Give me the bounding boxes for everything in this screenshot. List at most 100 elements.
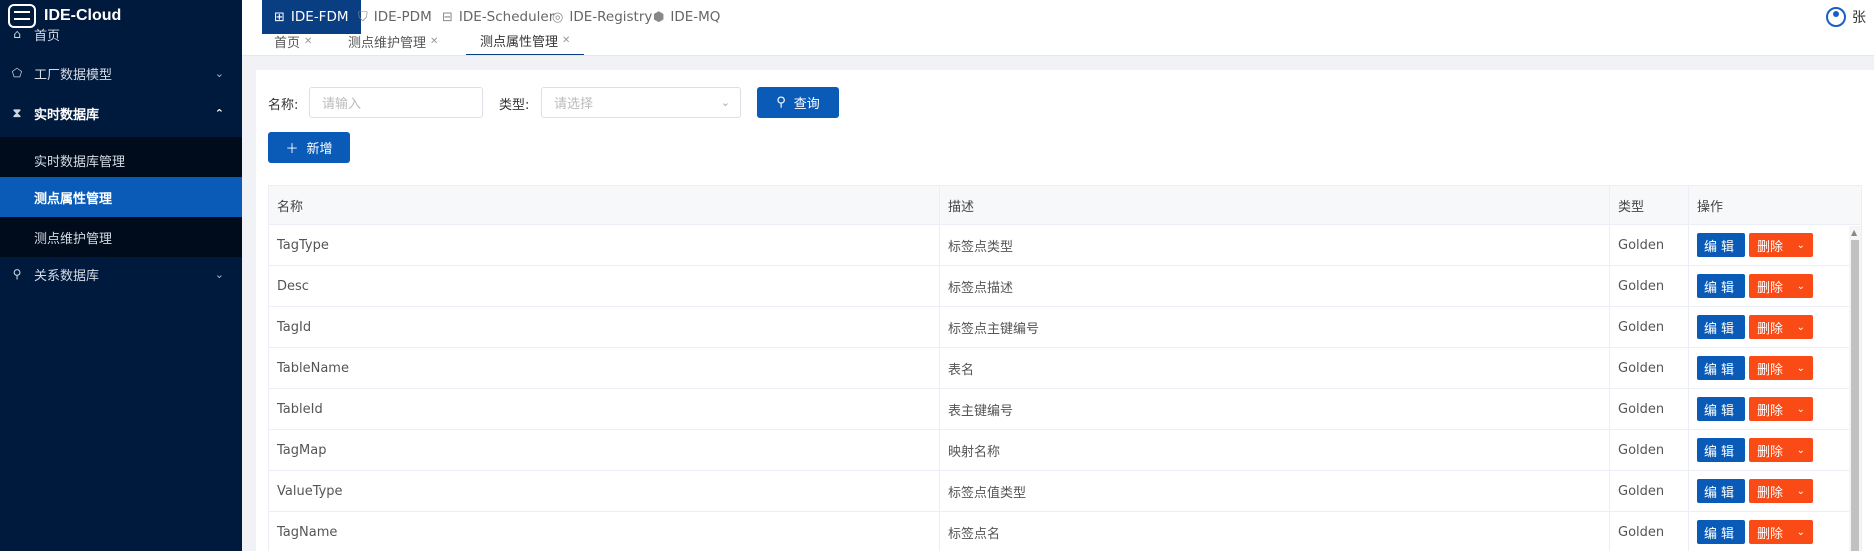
sidebar: IDE-Cloud ⌂ 首页 ⬠ 工厂数据模型 ⌄ ⧗ 实时数据库 ⌃ 实时数据… [0,0,242,551]
type-select-placeholder: 请选择 [554,97,594,112]
user-name: 张 [1852,10,1866,26]
chevron-down-icon: ⌄ [1796,239,1805,251]
cell-actions: 编辑 删除 ⌄ [1689,225,1861,266]
cell-actions: 编辑 删除 ⌄ [1689,307,1861,348]
chevron-down-icon: ⌄ [1796,362,1805,374]
table-row: TableId 表主键编号 Golden 编辑 删除 ⌄ [269,389,1861,430]
edit-button[interactable]: 编辑 [1697,315,1745,339]
table-row: Desc 标签点描述 Golden 编辑 删除 ⌄ [269,266,1861,307]
tab-label: 首页 [274,35,301,51]
chevron-down-icon: ⌄ [1796,444,1805,456]
column-header-desc[interactable]: 描述 [940,186,1610,225]
delete-button[interactable]: 删除 ⌄ [1749,233,1813,257]
cell-desc: 标签点主键编号 [940,307,1610,348]
cell-actions: 编辑 删除 ⌄ [1689,430,1861,471]
delete-button-label: 删除 [1757,239,1784,255]
tab-tag-maintain[interactable]: 测点维护管理 ✕ [348,34,438,55]
table-scrollbar[interactable]: ▲ [1849,226,1861,551]
edit-button[interactable]: 编辑 [1697,438,1745,462]
delete-button[interactable]: 删除 ⌄ [1749,520,1813,544]
cell-desc: 表主键编号 [940,389,1610,430]
cell-actions: 编辑 删除 ⌄ [1689,471,1861,512]
cell-name: ValueType [269,471,940,512]
page-tabs: 首页 ✕ 测点维护管理 ✕ 测点属性管理 ✕ [242,34,1874,56]
edit-button[interactable]: 编辑 [1697,479,1745,503]
app-tab-mq[interactable]: ⬢ IDE-MQ [641,0,732,34]
delete-button[interactable]: 删除 ⌄ [1749,438,1813,462]
delete-button-label: 删除 [1757,280,1784,296]
tab-home[interactable]: 首页 ✕ [274,34,312,55]
plus-icon: ＋ [285,142,299,157]
chevron-down-icon: ⌄ [720,96,730,109]
type-select[interactable]: 请选择 ⌄ [541,87,741,118]
table-header: 名称 描述 类型 操作 [269,186,1861,225]
sidebar-item-realtime-db[interactable]: ⧗ 实时数据库 ⌃ [0,90,242,136]
cell-type: Golden [1610,225,1689,266]
sidebar-item-label: 工厂数据模型 [34,67,113,83]
delete-button-label: 删除 [1757,444,1784,460]
cell-type: Golden [1610,307,1689,348]
table-row: TagMap 映射名称 Golden 编辑 删除 ⌄ [269,430,1861,471]
chevron-down-icon: ⌄ [1796,321,1805,333]
cell-desc: 标签点名 [940,512,1610,551]
close-icon[interactable]: ✕ [430,36,438,47]
close-icon[interactable]: ✕ [562,35,570,46]
cell-actions: 编辑 删除 ⌄ [1689,348,1861,389]
scrollbar-thumb[interactable] [1851,240,1859,551]
delete-button[interactable]: 删除 ⌄ [1749,274,1813,298]
cell-name: TableId [269,389,940,430]
cell-name: TableName [269,348,940,389]
edit-button[interactable]: 编辑 [1697,397,1745,421]
sidebar-item-home[interactable]: ⌂ 首页 [0,22,242,46]
delete-button[interactable]: 删除 ⌄ [1749,479,1813,503]
delete-button-label: 删除 [1757,526,1784,542]
delete-button[interactable]: 删除 ⌄ [1749,315,1813,339]
edit-button[interactable]: 编辑 [1697,274,1745,298]
search-button[interactable]: ⚲ 查询 [757,87,839,118]
sidebar-subitem-label: 测点维护管理 [34,231,113,247]
user-icon [1826,7,1846,27]
cell-desc: 标签点描述 [940,266,1610,307]
edit-button[interactable]: 编辑 [1697,356,1745,380]
table-row: TagName 标签点名 Golden 编辑 删除 ⌄ [269,512,1861,551]
tab-tag-attribute[interactable]: 测点属性管理 ✕ [466,34,585,55]
delete-button-label: 删除 [1757,321,1784,337]
app-tab-label: IDE-Registry [569,9,653,25]
hourglass-icon: ⧗ [12,105,22,120]
column-header-actions: 操作 [1697,200,1724,215]
column-header-type[interactable]: 类型 [1610,186,1689,225]
delete-button-label: 删除 [1757,403,1784,419]
sidebar-item-label: 实时数据库 [34,107,100,123]
user-menu[interactable]: 张 [1826,4,1874,30]
cell-type: Golden [1610,266,1689,307]
edit-button[interactable]: 编辑 [1697,520,1745,544]
search-icon: ⚲ [776,95,786,110]
column-header-name[interactable]: 名称 [269,186,940,225]
sidebar-subitem-label: 实时数据库管理 [34,154,126,170]
delete-button[interactable]: 删除 ⌄ [1749,397,1813,421]
edit-button[interactable]: 编辑 [1697,233,1745,257]
delete-button-label: 删除 [1757,485,1784,501]
cell-name: TagType [269,225,940,266]
grid-icon: ⊞ [274,9,285,25]
add-button[interactable]: ＋ 新增 [268,132,350,163]
cell-actions: 编辑 删除 ⌄ [1689,389,1861,430]
name-filter-label: 名称: [268,98,299,113]
chevron-down-icon: ⌄ [1796,280,1805,292]
cell-actions: 编辑 删除 ⌄ [1689,512,1861,551]
cell-name: TagName [269,512,940,551]
name-search-input[interactable]: 请输入 [309,87,483,118]
cube-icon: ⬢ [653,9,665,25]
tab-label: 测点维护管理 [348,35,427,51]
type-filter-label: 类型: [499,98,530,113]
sidebar-subitem-tag-attribute-manage[interactable]: 测点属性管理 [0,177,242,217]
sidebar-item-relational-db[interactable]: ⚲ 关系数据库 ⌄ [0,251,242,297]
close-icon[interactable]: ✕ [304,36,312,47]
scheduler-icon: ⊟ [442,9,453,25]
search-button-label: 查询 [793,97,820,112]
scroll-up-icon[interactable]: ▲ [1851,228,1857,237]
cell-actions: 编辑 删除 ⌄ [1689,266,1861,307]
sidebar-item-label: 首页 [34,28,61,44]
chevron-down-icon: ⌄ [1796,485,1805,497]
delete-button[interactable]: 删除 ⌄ [1749,356,1813,380]
